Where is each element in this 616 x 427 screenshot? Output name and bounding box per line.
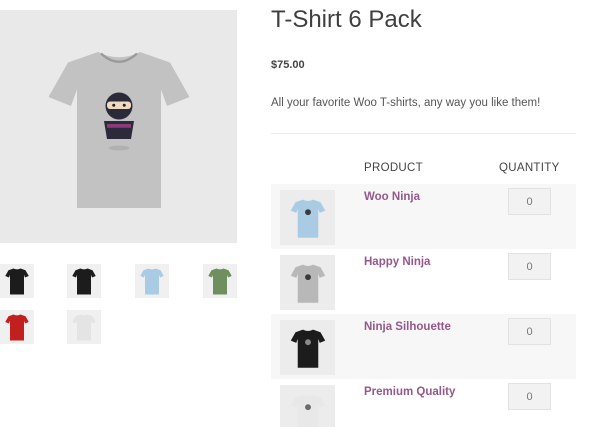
tshirt-icon xyxy=(290,199,325,238)
column-header-product: PRODUCT xyxy=(364,162,423,174)
product-link-ninja-silhouette[interactable]: Ninja Silhouette xyxy=(364,321,451,333)
row-product-image[interactable] xyxy=(280,320,335,375)
table-row: Ninja Silhouette xyxy=(271,314,576,379)
tshirt-icon xyxy=(290,329,325,368)
quantity-input[interactable] xyxy=(508,188,551,215)
tshirt-icon xyxy=(140,268,164,295)
tshirt-image-icon xyxy=(48,51,189,208)
tshirt-icon xyxy=(5,314,29,341)
tshirt-icon xyxy=(208,268,232,295)
quantity-input[interactable] xyxy=(508,383,551,410)
table-row: Happy Ninja xyxy=(271,249,576,314)
table-row: Woo Ninja xyxy=(271,184,576,249)
row-product-image[interactable] xyxy=(280,255,335,310)
quantity-input[interactable] xyxy=(508,253,551,280)
gallery-thumbnail[interactable] xyxy=(135,264,169,298)
divider xyxy=(271,133,576,134)
product-link-happy-ninja[interactable]: Happy Ninja xyxy=(364,256,430,268)
tshirt-icon xyxy=(5,268,29,295)
tshirt-icon xyxy=(290,264,325,303)
tshirt-icon xyxy=(72,314,96,341)
product-description: All your favorite Woo T-shirts, any way … xyxy=(271,97,541,109)
product-link-woo-ninja[interactable]: Woo Ninja xyxy=(364,191,420,203)
product-page: T-Shirt 6 Pack $75.00 All your favorite … xyxy=(0,0,616,427)
product-title: T-Shirt 6 Pack xyxy=(271,6,422,33)
tshirt-icon xyxy=(290,394,325,427)
tshirt-icon xyxy=(72,268,96,295)
row-product-image[interactable] xyxy=(280,190,335,245)
gallery-thumbnail[interactable] xyxy=(203,264,237,298)
column-header-quantity: QUANTITY xyxy=(499,162,560,174)
gallery-thumbnail[interactable] xyxy=(67,310,101,344)
gallery-thumbnail[interactable] xyxy=(0,310,34,344)
table-row: Premium Quality xyxy=(271,379,576,427)
row-product-image[interactable] xyxy=(280,385,335,427)
gallery-thumbnail[interactable] xyxy=(67,264,101,298)
product-price: $75.00 xyxy=(271,59,305,71)
quantity-input[interactable] xyxy=(508,318,551,345)
product-link-premium-quality[interactable]: Premium Quality xyxy=(364,386,455,398)
gallery-thumbnail[interactable] xyxy=(0,264,34,298)
product-main-image[interactable] xyxy=(0,10,237,243)
